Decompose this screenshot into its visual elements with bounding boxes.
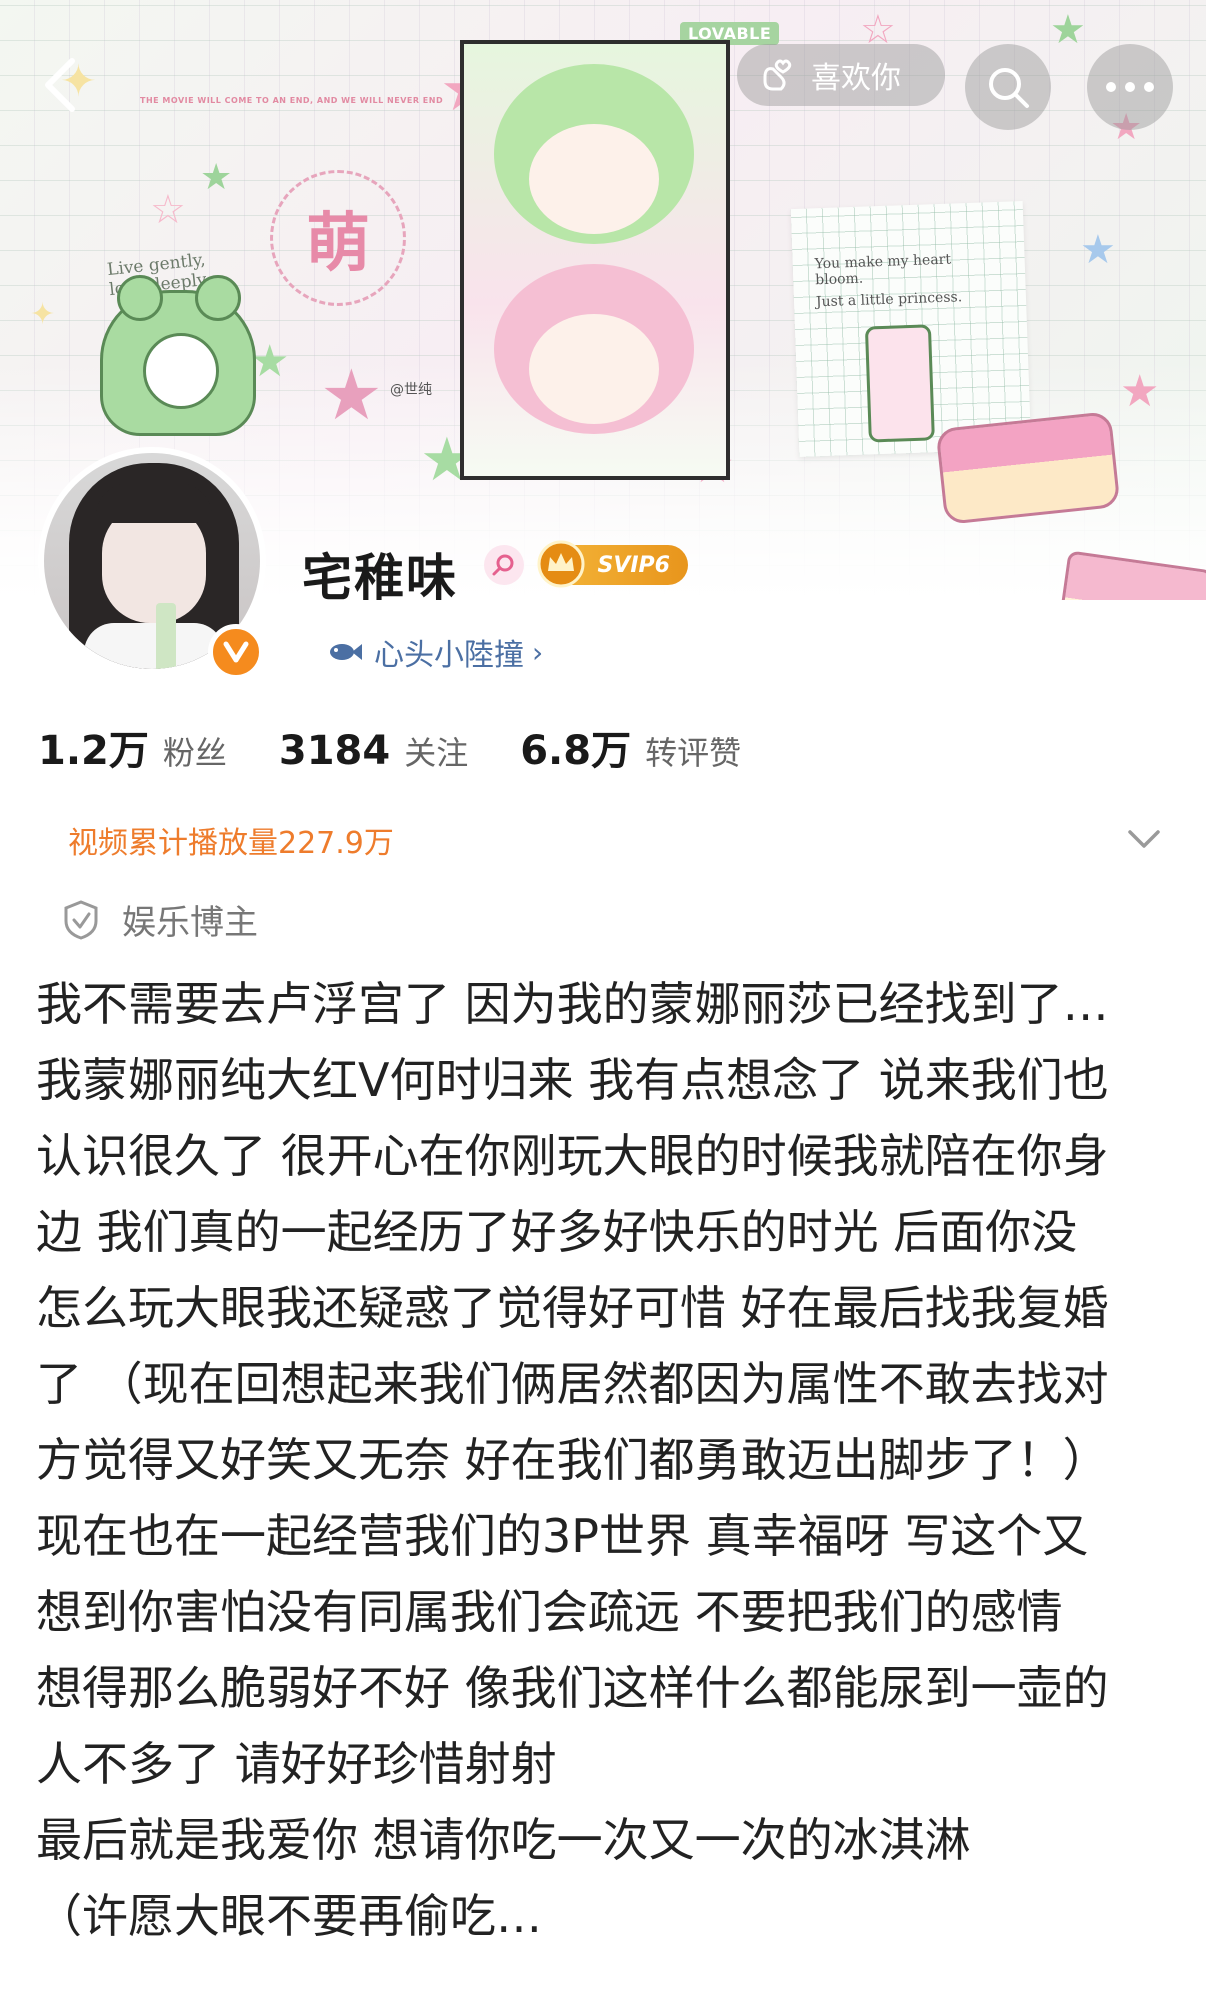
- note-card: You make my heart bloom. Just a little p…: [790, 201, 1032, 457]
- hand-heart-icon: [763, 59, 792, 91]
- profile-stats: 1.2万 粉丝 3184 关注 6.8万 转评赞: [38, 718, 793, 776]
- frog-illustration: [100, 275, 256, 436]
- bio-line: 怎么玩大眼我还疑惑了觉得好可惜 好在最后找我复婚: [36, 1281, 1109, 1335]
- star-decoration: ★: [1080, 227, 1116, 273]
- bio-line: 我蒙娜丽纯大红V何时归来 我有点想念了 说来我们也: [36, 1053, 1109, 1107]
- star-decoration: ✦: [30, 297, 56, 332]
- female-icon: [484, 545, 524, 585]
- star-decoration: ☆: [150, 187, 186, 233]
- bio-line: 想得那么脆弱好不好 像我们这样什么都能尿到一壶的: [36, 1661, 1109, 1715]
- search-icon: [989, 68, 1029, 108]
- video-views-count: 视频累计播放量227.9万: [68, 826, 394, 861]
- bio-line: 想到你害怕没有同属我们会疏远 不要把我们的感情: [36, 1585, 1063, 1639]
- cake-slice-illustration: [1052, 550, 1206, 600]
- more-dots-icon: [1106, 82, 1154, 92]
- chevron-right-icon: ›: [532, 635, 544, 669]
- more-button[interactable]: [1087, 44, 1173, 130]
- anime-illustration: @世纯: [390, 40, 730, 480]
- bio-line: 认识很久了 很开心在你刚玩大眼的时候我就陪在你身: [36, 1129, 1109, 1183]
- fish-icon: [330, 644, 362, 660]
- profile-bio: 我不需要去卢浮宫了 因为我的蒙娜丽莎已经找到了… 我蒙娜丽纯大红V何时归来 我有…: [36, 966, 1206, 1966]
- illustration-watermark: @世纯: [390, 382, 432, 398]
- stat-reposts-comments-likes[interactable]: 6.8万 转评赞: [520, 718, 741, 776]
- verified-v-icon: [223, 641, 249, 663]
- search-button[interactable]: [965, 44, 1051, 130]
- bio-line: 人不多了 请好好珍惜射射: [36, 1737, 557, 1791]
- like-button[interactable]: 喜欢你: [737, 44, 945, 106]
- banner-small-text: THE MOVIE WILL COME TO AN END, AND WE WI…: [140, 96, 444, 105]
- star-decoration: ★: [1050, 7, 1086, 53]
- cake-illustration: [935, 411, 1121, 525]
- stat-number: 6.8万: [520, 728, 632, 774]
- status-text: 心头小陸撞: [374, 638, 524, 673]
- like-button-label: 喜欢你: [811, 61, 901, 96]
- chevron-down-icon[interactable]: [1124, 820, 1164, 860]
- bio-line: （许愿大眼不要再偷吃…: [36, 1889, 542, 1943]
- stat-following[interactable]: 3184 关注: [279, 728, 468, 774]
- category-tag: 娱乐博主: [62, 895, 258, 944]
- category-label: 娱乐博主: [122, 903, 258, 943]
- note-line1: You make my heart bloom.: [814, 251, 952, 289]
- stat-followers[interactable]: 1.2万 粉丝: [38, 718, 227, 776]
- bio-line: 最后就是我爱你 想请你吃一次又一次的冰淇淋: [36, 1813, 971, 1867]
- svip-level: SVIP6: [597, 552, 671, 578]
- stat-number: 1.2万: [38, 728, 149, 774]
- phone-doodle: [864, 324, 935, 443]
- star-decoration: ★: [320, 354, 383, 436]
- chevron-left-icon: [45, 58, 75, 112]
- back-button[interactable]: [30, 55, 90, 115]
- star-decoration: ★: [1120, 366, 1160, 417]
- verified-badge: [208, 624, 264, 680]
- shield-check-icon: [64, 899, 98, 940]
- bio-line: 了 （现在回想起来我们俩居然都因为属性不敢去找对: [36, 1357, 1109, 1411]
- svip-badge[interactable]: SVIP6: [537, 540, 688, 588]
- moe-stamp: 萌: [270, 170, 406, 306]
- bio-line: 现在也在一起经营我们的3P世界 真幸福呀 写这个又: [36, 1509, 1089, 1563]
- status-link[interactable]: 心头小陸撞 ›: [328, 630, 543, 674]
- bio-line: 我不需要去卢浮宫了 因为我的蒙娜丽莎已经找到了…: [36, 977, 1109, 1031]
- username: 宅稚味: [302, 549, 458, 607]
- stat-label: 关注: [404, 734, 469, 772]
- star-decoration: ★: [200, 157, 233, 198]
- moe-char: 萌: [306, 207, 370, 281]
- note-line2: Just a little princess.: [815, 289, 963, 311]
- stat-label: 粉丝: [162, 734, 227, 772]
- bio-line: 边 我们真的一起经历了好多好快乐的时光 后面你没: [36, 1205, 1078, 1259]
- bio-line: 方觉得又好笑又无奈 好在我们都勇敢迈出脚步了！）: [36, 1433, 1109, 1487]
- stat-number: 3184: [278, 728, 391, 774]
- crown-icon: [537, 540, 585, 588]
- stat-label: 转评赞: [645, 734, 742, 772]
